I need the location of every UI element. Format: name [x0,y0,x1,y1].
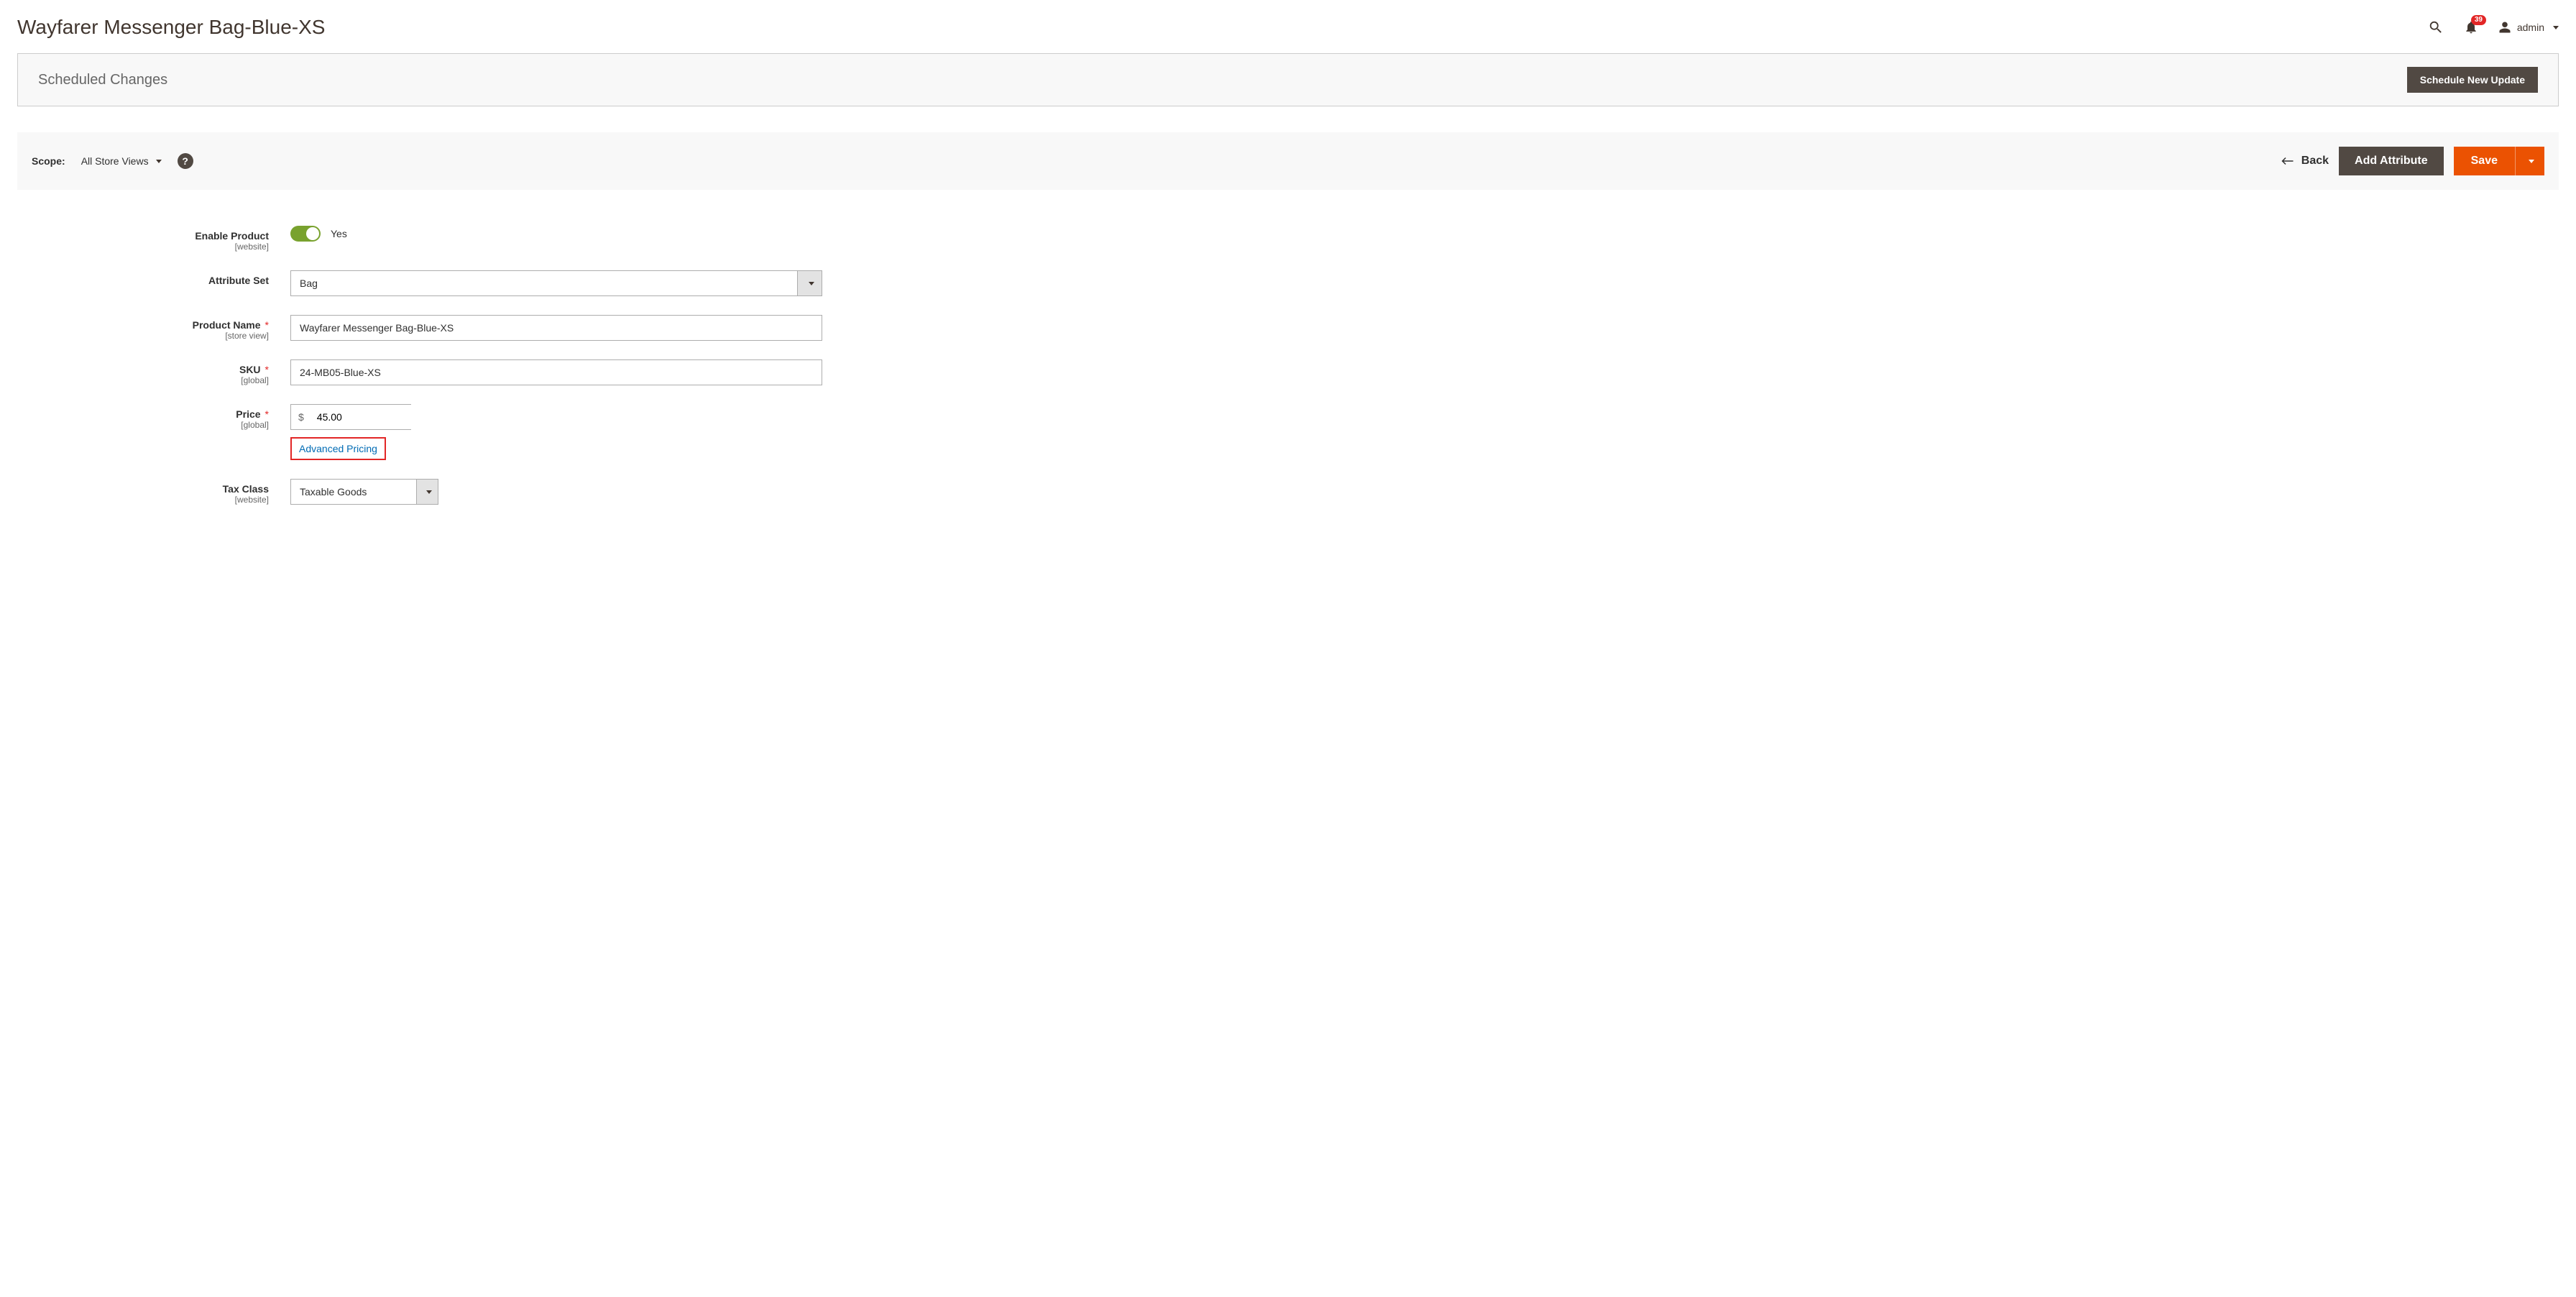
tax-class-value: Taxable Goods [291,486,416,498]
notifications-icon[interactable]: 39 [2464,19,2478,35]
required-indicator: * [265,364,269,375]
enable-product-label: Enable Product [195,230,269,242]
notification-badge: 39 [2471,15,2486,25]
price-label: Price [236,408,260,420]
tax-class-label: Tax Class [223,483,269,495]
schedule-new-update-button[interactable]: Schedule New Update [2407,67,2538,93]
tax-class-dropdown-button[interactable] [416,480,438,504]
scope-value: All Store Views [81,155,149,167]
required-indicator: * [265,408,269,420]
chevron-down-icon [2553,26,2559,29]
back-button[interactable]: Back [2281,155,2329,168]
scope-group: Scope: All Store Views ? [32,153,193,169]
price-row: Price * [global] $ Advanced Pricing [17,404,2559,460]
attribute-set-row: Attribute Set Bag [17,270,2559,296]
scheduled-changes-panel: Scheduled Changes Schedule New Update [17,53,2559,106]
product-name-row: Product Name * [store view] [17,315,2559,341]
attribute-set-label: Attribute Set [208,275,269,286]
attribute-set-value: Bag [291,278,797,289]
product-name-input[interactable] [290,315,822,341]
admin-user-name: admin [2517,22,2544,33]
product-name-label: Product Name [193,319,261,331]
page-header: Wayfarer Messenger Bag-Blue-XS 39 admin [17,7,2559,53]
arrow-left-icon [2281,156,2294,166]
scheduled-changes-title: Scheduled Changes [38,72,167,88]
chevron-down-icon [426,490,432,494]
user-icon [2498,21,2511,34]
currency-symbol: $ [291,411,311,423]
enable-product-toggle[interactable] [290,226,321,242]
sku-label: SKU [239,364,261,375]
enable-product-value: Yes [331,228,347,239]
attribute-set-select[interactable]: Bag [290,270,822,296]
action-bar: Scope: All Store Views ? Back Add Attrib… [17,132,2559,190]
sku-scope: [global] [17,375,269,385]
sku-input[interactable] [290,359,822,385]
search-icon[interactable] [2428,19,2444,35]
product-form: Enable Product [website] Yes Attribute S… [17,226,2559,505]
scope-selector[interactable]: All Store Views [81,155,162,167]
product-name-scope: [store view] [17,331,269,341]
save-dropdown-button[interactable] [2515,147,2544,175]
enable-product-row: Enable Product [website] Yes [17,226,2559,252]
tax-class-select[interactable]: Taxable Goods [290,479,438,505]
tax-class-row: Tax Class [website] Taxable Goods [17,479,2559,505]
scope-label: Scope: [32,155,65,167]
chevron-down-icon [2529,160,2534,163]
required-indicator: * [265,319,269,331]
price-input[interactable] [311,405,453,429]
header-actions: 39 admin [2428,19,2559,35]
price-input-wrapper: $ [290,404,411,430]
add-attribute-button[interactable]: Add Attribute [2339,147,2444,175]
enable-product-scope: [website] [17,242,269,252]
tax-class-scope: [website] [17,495,269,505]
sku-row: SKU * [global] [17,359,2559,385]
price-scope: [global] [17,420,269,430]
save-button[interactable]: Save [2454,147,2515,175]
action-buttons: Back Add Attribute Save [2281,147,2544,175]
help-icon[interactable]: ? [178,153,193,169]
chevron-down-icon [156,160,162,163]
advanced-pricing-link[interactable]: Advanced Pricing [290,437,386,460]
save-button-group: Save [2454,147,2544,175]
page-title: Wayfarer Messenger Bag-Blue-XS [17,16,325,39]
attribute-set-dropdown-button[interactable] [797,271,822,295]
admin-user-menu[interactable]: admin [2498,21,2559,34]
chevron-down-icon [809,282,814,285]
